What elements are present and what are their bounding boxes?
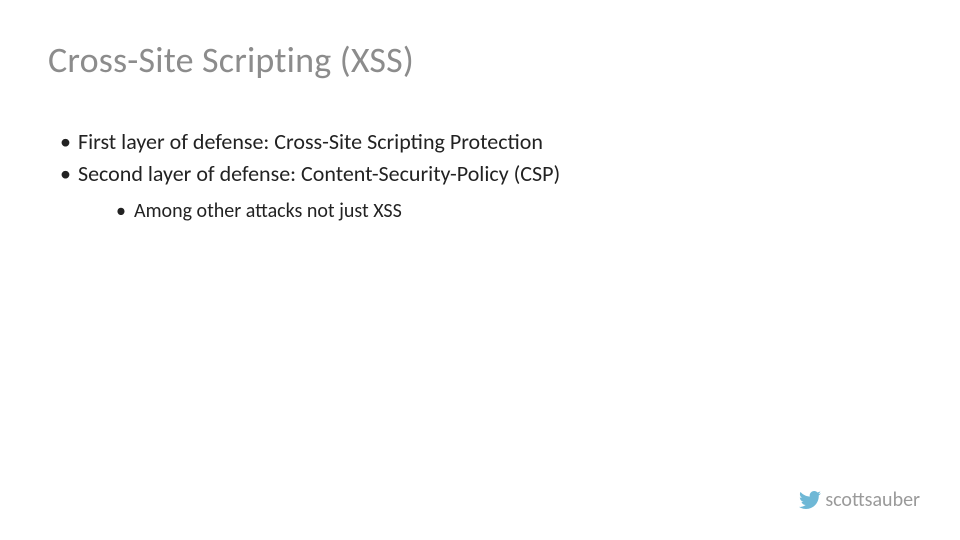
slide: Cross-Site Scripting (XSS) First layer o…	[0, 0, 960, 540]
twitter-handle: scottsauber	[825, 488, 920, 512]
sub-bullet-list: Among other attacks not just XSS	[78, 196, 912, 226]
bullet-item: First layer of defense: Cross-Site Scrip…	[60, 126, 912, 158]
bullet-text: Second layer of defense: Content-Securit…	[78, 160, 560, 187]
twitter-icon	[799, 489, 821, 511]
bullet-list: First layer of defense: Cross-Site Scrip…	[48, 126, 912, 226]
bullet-text: First layer of defense: Cross-Site Scrip…	[78, 128, 543, 155]
bullet-item: Second layer of defense: Content-Securit…	[60, 158, 912, 226]
slide-title: Cross-Site Scripting (XSS)	[48, 38, 912, 82]
sub-bullet-item: Among other attacks not just XSS	[116, 196, 912, 226]
footer: scottsauber	[799, 488, 920, 512]
sub-bullet-text: Among other attacks not just XSS	[134, 199, 402, 223]
